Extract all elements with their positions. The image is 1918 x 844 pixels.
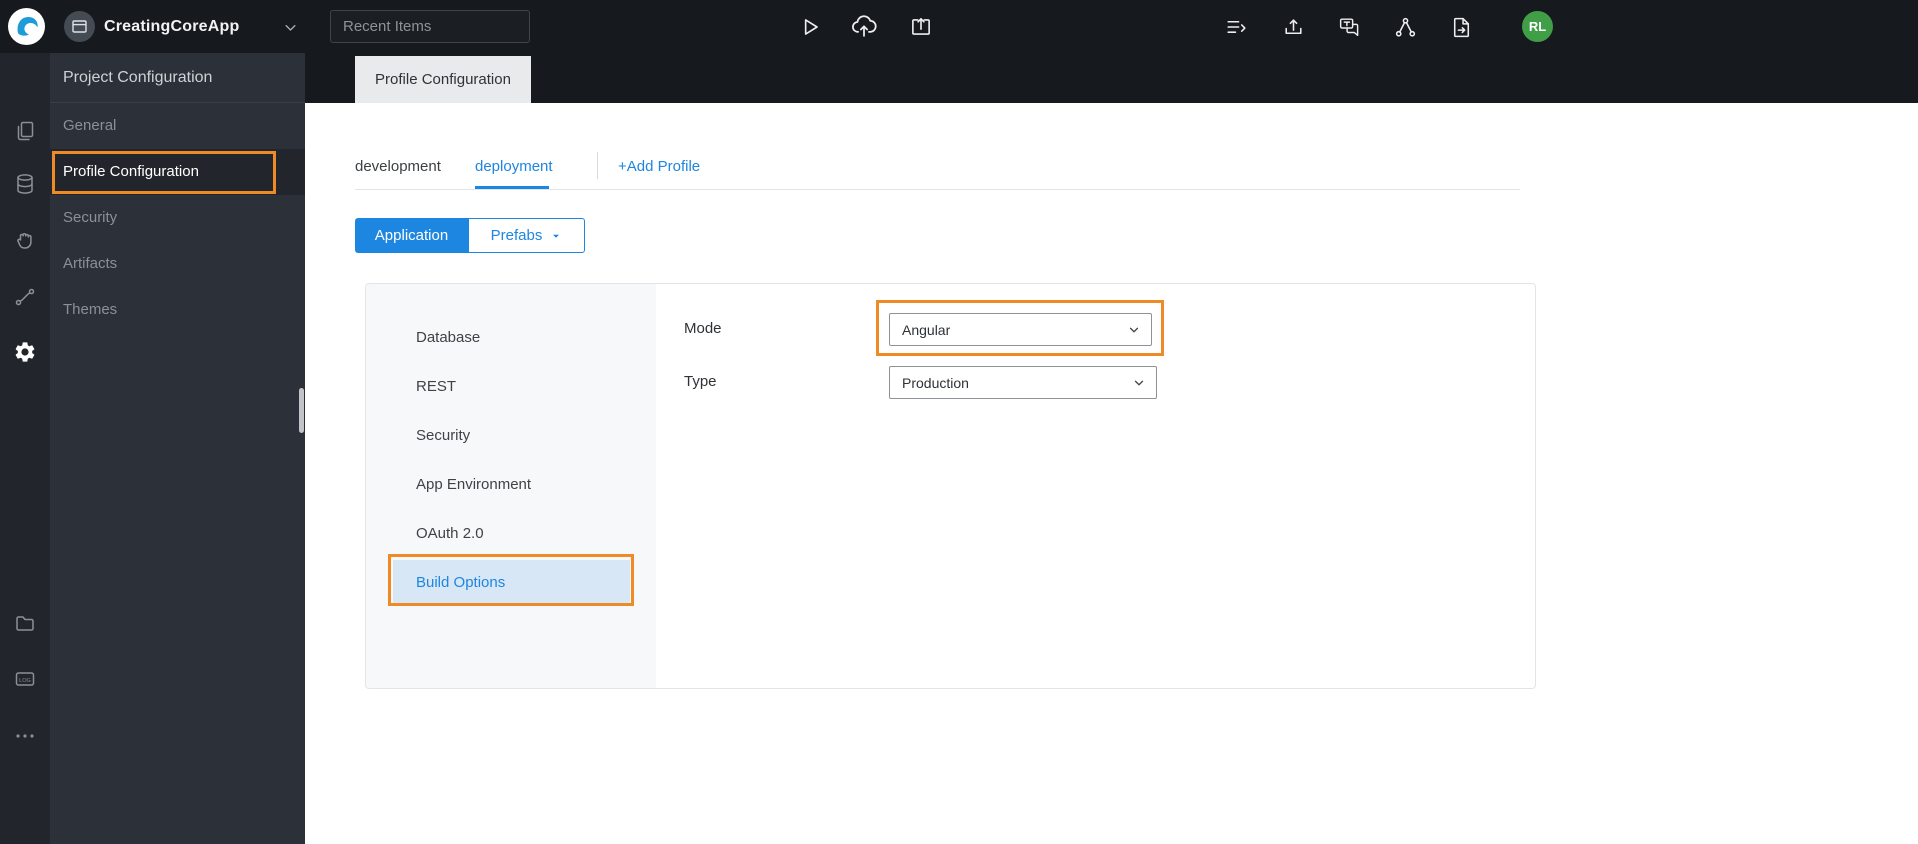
- database-icon[interactable]: [13, 172, 37, 196]
- more-dots-icon[interactable]: [13, 724, 37, 748]
- cloud-upload-icon[interactable]: [850, 12, 878, 40]
- preview-window-icon[interactable]: [907, 13, 935, 41]
- run-icon[interactable]: [796, 13, 824, 41]
- build-options-card: Database REST Security App Environment O…: [365, 283, 1536, 689]
- recent-items-label: Recent Items: [343, 18, 432, 35]
- export-tray-icon[interactable]: [1279, 13, 1307, 41]
- api-icon[interactable]: [13, 285, 37, 309]
- sidebar-item-security[interactable]: Security: [50, 195, 305, 241]
- mode-label: Mode: [684, 320, 722, 337]
- menu-item-app-environment[interactable]: App Environment: [366, 460, 656, 509]
- task-list-icon[interactable]: [1222, 13, 1250, 41]
- settings-gear-icon[interactable]: [13, 340, 37, 364]
- left-icon-rail: LOG: [0, 53, 50, 844]
- menu-item-oauth2[interactable]: OAuth 2.0: [366, 509, 656, 558]
- sidebar-item-themes[interactable]: Themes: [50, 287, 305, 333]
- profile-tab-development[interactable]: development: [355, 158, 441, 175]
- chevron-down-icon[interactable]: [283, 20, 298, 35]
- add-profile-button[interactable]: +Add Profile: [618, 158, 700, 175]
- profile-settings-menu: Database REST Security App Environment O…: [366, 284, 656, 688]
- menu-item-label: OAuth 2.0: [416, 525, 484, 542]
- project-name[interactable]: CreatingCoreApp: [104, 0, 239, 53]
- sidebar-item-label: Security: [63, 209, 118, 226]
- network-icon[interactable]: [1391, 13, 1419, 41]
- menu-item-label: Security: [416, 427, 471, 444]
- tab-separator: [597, 152, 598, 179]
- topbar: CreatingCoreApp Recent Items RL: [0, 0, 1918, 53]
- type-label: Type: [684, 373, 717, 390]
- log-icon-label: LOG: [19, 678, 31, 684]
- menu-item-label: Database: [416, 329, 481, 346]
- tab-label: Profile Configuration: [375, 71, 511, 88]
- type-select-value: Production: [902, 374, 969, 391]
- sidebar-item-label: Themes: [63, 301, 118, 318]
- document-tab-strip: Profile Configuration: [305, 53, 1918, 103]
- wavemaker-logo[interactable]: [8, 8, 45, 45]
- mode-select[interactable]: Angular: [889, 313, 1152, 346]
- project-icon: [64, 11, 95, 42]
- sidebar-item-artifacts[interactable]: Artifacts: [50, 241, 305, 287]
- menu-item-security[interactable]: Security: [366, 411, 656, 460]
- menu-item-label: Build Options: [416, 574, 506, 591]
- type-select[interactable]: Production: [889, 366, 1157, 399]
- tabs-divider: [355, 189, 1520, 190]
- sidebar-item-profile-configuration[interactable]: Profile Configuration: [50, 149, 305, 195]
- pages-icon[interactable]: [13, 119, 37, 143]
- prefabs-toggle-label: Prefabs: [490, 227, 543, 244]
- sidebar-item-label: General: [63, 117, 117, 134]
- file-export-icon[interactable]: [1447, 13, 1475, 41]
- chevron-down-icon: [550, 230, 562, 242]
- menu-item-rest[interactable]: REST: [366, 362, 656, 411]
- log-icon[interactable]: LOG: [13, 667, 37, 691]
- recent-items-button[interactable]: Recent Items: [330, 10, 530, 43]
- profile-tab-deployment[interactable]: deployment: [475, 158, 553, 175]
- chevron-down-icon: [1127, 323, 1141, 337]
- hand-icon[interactable]: [13, 229, 37, 253]
- sidebar-item-label: Artifacts: [63, 255, 118, 272]
- folder-icon[interactable]: [13, 611, 37, 635]
- sidebar-item-general[interactable]: General: [50, 103, 305, 149]
- avatar[interactable]: RL: [1522, 11, 1553, 42]
- sidebar-scrollbar-thumb[interactable]: [299, 388, 304, 433]
- sidebar-item-label: Profile Configuration: [63, 163, 199, 180]
- chevron-down-icon: [1132, 376, 1146, 390]
- menu-item-build-options[interactable]: Build Options: [393, 560, 630, 605]
- application-toggle-label: Application: [374, 227, 449, 244]
- sidebar-title: Project Configuration: [50, 53, 305, 103]
- application-toggle-button[interactable]: Application: [355, 218, 468, 253]
- menu-item-database[interactable]: Database: [366, 313, 656, 362]
- tab-profile-configuration[interactable]: Profile Configuration: [355, 56, 531, 103]
- menu-item-label: App Environment: [416, 476, 532, 493]
- mode-select-value: Angular: [902, 321, 951, 338]
- menu-item-label: REST: [416, 378, 457, 395]
- translate-chat-icon[interactable]: [1335, 13, 1363, 41]
- prefabs-toggle-button[interactable]: Prefabs: [468, 218, 585, 253]
- project-configuration-sidebar: Project Configuration General Profile Co…: [50, 53, 305, 844]
